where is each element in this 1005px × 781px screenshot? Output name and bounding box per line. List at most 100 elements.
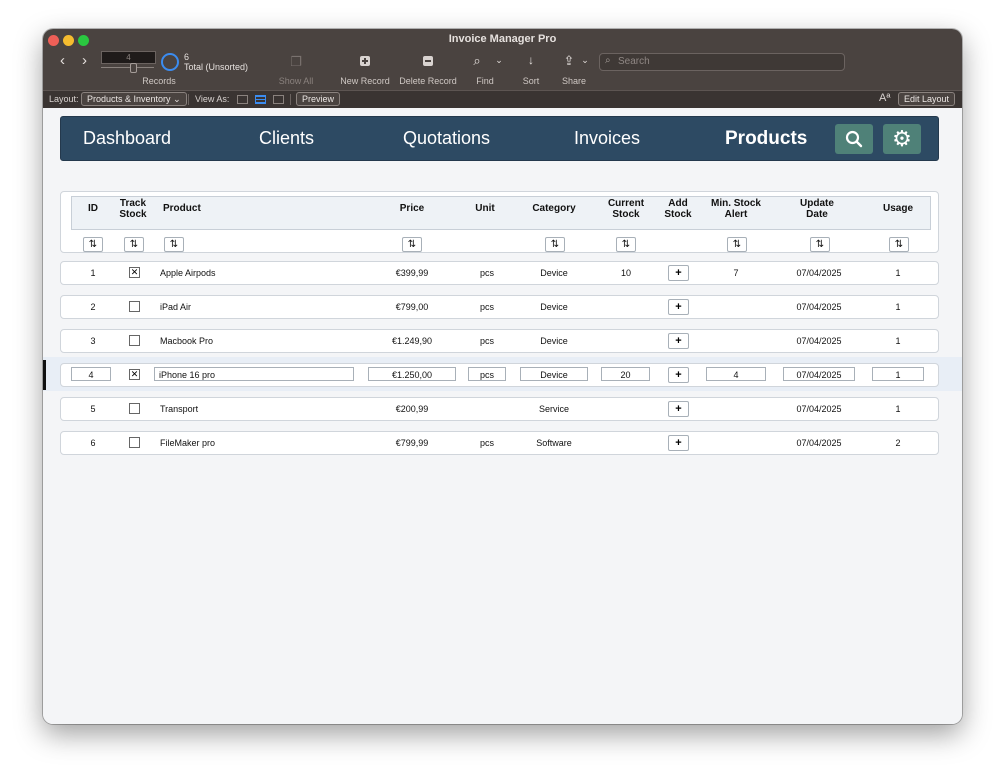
cell-usage: 1 [895, 302, 901, 312]
sort-icon[interactable]: ↓ [521, 53, 541, 67]
chevron-down-icon: ⌄ [173, 94, 181, 104]
cell-unit: pcs [479, 438, 494, 448]
table-row[interactable]: 1 ✕ Apple Airpods €399,99 pcs Device 10 … [60, 261, 939, 285]
quick-find-search[interactable]: ⌕ [599, 53, 845, 71]
find-menu-chevron-icon[interactable]: ⌄ [489, 55, 509, 66]
sort-category-button[interactable]: ⇅ [545, 237, 565, 252]
table-row[interactable]: 6 FileMaker pro €799,99 pcs Software + 0… [60, 431, 939, 455]
edit-layout-button[interactable]: Edit Layout [898, 92, 956, 106]
header-track-stock: Track Stock [119, 198, 147, 220]
min-stock-alert-field[interactable]: 4 [706, 367, 766, 381]
track-stock-checkbox[interactable]: ✕ [129, 369, 140, 380]
list-view-icon[interactable] [255, 95, 266, 104]
total-record-count: 6 [184, 52, 190, 62]
previous-record-icon[interactable]: ‹ [60, 53, 65, 69]
nav-dashboard[interactable]: Dashboard [83, 128, 171, 149]
table-row[interactable]: 2 iPad Air €799,00 pcs Device + 07/04/20… [60, 295, 939, 319]
cell-product: iPad Air [160, 302, 192, 312]
header-unit: Unit [475, 203, 495, 214]
search-input[interactable] [618, 55, 838, 68]
add-stock-button[interactable]: + [668, 435, 689, 451]
settings-button[interactable]: ⚙ [883, 124, 921, 154]
unit-field[interactable]: pcs [468, 367, 506, 381]
table-row[interactable]: 3 Macbook Pro €1.249,90 pcs Device + 07/… [60, 329, 939, 353]
layout-label: Layout: [49, 94, 79, 104]
price-field[interactable]: €1.250,00 [368, 367, 456, 381]
new-record-icon[interactable] [360, 56, 370, 66]
sort-id-button[interactable]: ⇅ [83, 237, 103, 252]
track-stock-checkbox[interactable] [129, 437, 140, 448]
track-stock-checkbox[interactable]: ✕ [129, 267, 140, 278]
add-stock-button[interactable]: + [668, 401, 689, 417]
sort-usage-button[interactable]: ⇅ [889, 237, 909, 252]
current-stock-field[interactable]: 20 [601, 367, 650, 381]
id-field[interactable]: 4 [71, 367, 111, 381]
track-stock-checkbox[interactable] [129, 301, 140, 312]
table-row-selected[interactable]: 4 ✕ iPhone 16 pro €1.250,00 pcs Device 2… [60, 363, 939, 387]
delete-record-button[interactable]: Delete Record [398, 76, 458, 86]
cell-usage: 2 [895, 438, 901, 448]
share-button[interactable]: Share [557, 76, 591, 86]
record-slider[interactable] [101, 67, 154, 68]
nav-products[interactable]: Products [725, 128, 807, 150]
track-stock-checkbox[interactable] [129, 403, 140, 414]
usage-field[interactable]: 1 [872, 367, 924, 381]
app-window: Invoice Manager Pro ‹ › 4 Records 6 Tota… [43, 29, 962, 724]
check-mark: ✕ [130, 267, 139, 277]
category-field[interactable]: Device [520, 367, 588, 381]
add-stock-button[interactable]: + [668, 333, 689, 349]
share-menu-chevron-icon[interactable]: ⌄ [575, 55, 595, 66]
cell-price: €399,99 [395, 268, 429, 278]
update-date-field[interactable]: 07/04/2025 [783, 367, 855, 381]
sort-min-stock-alert-button[interactable]: ⇅ [727, 237, 747, 252]
sort-track-stock-button[interactable]: ⇅ [124, 237, 144, 252]
table-view-icon[interactable] [273, 95, 284, 104]
layout-select[interactable]: Products & Inventory ⌄ [81, 92, 187, 106]
nav-clients[interactable]: Clients [259, 128, 314, 149]
separator [290, 94, 291, 105]
show-all-icon[interactable]: ❐ [286, 54, 306, 70]
sort-price-button[interactable]: ⇅ [402, 237, 422, 252]
next-record-icon[interactable]: › [82, 53, 87, 69]
new-record-button[interactable]: New Record [339, 76, 391, 86]
add-stock-button[interactable]: + [668, 265, 689, 281]
cell-usage: 1 [895, 268, 901, 278]
current-record-field[interactable]: 4 [101, 51, 156, 64]
preview-button[interactable]: Preview [296, 92, 341, 106]
view-as-label: View As: [195, 94, 230, 104]
record-slider-handle[interactable] [130, 63, 137, 73]
form-view-icon[interactable] [237, 95, 248, 104]
cell-usage: 1 [895, 404, 901, 414]
cell-product: Macbook Pro [160, 336, 214, 346]
add-stock-button[interactable]: + [668, 299, 689, 315]
nav-invoices[interactable]: Invoices [574, 128, 640, 149]
cell-category: Software [536, 438, 572, 448]
search-button[interactable] [835, 124, 873, 154]
sort-update-date-button[interactable]: ⇅ [810, 237, 830, 252]
nav-quotations[interactable]: Quotations [403, 128, 490, 149]
cell-product: Transport [160, 404, 199, 414]
cell-id: 1 [90, 268, 96, 278]
table-row[interactable]: 5 Transport €200,99 Service + 07/04/2025… [60, 397, 939, 421]
sort-current-stock-button[interactable]: ⇅ [616, 237, 636, 252]
find-icon[interactable]: ⌕ [467, 53, 487, 69]
delete-record-icon[interactable] [423, 56, 433, 66]
cell-id: 5 [90, 404, 96, 414]
sort-product-button[interactable]: ⇅ [164, 237, 184, 252]
header-id: ID [88, 203, 98, 214]
title-bar: Invoice Manager Pro ‹ › 4 Records 6 Tota… [43, 29, 962, 90]
font-size-icon[interactable]: Aª [879, 92, 890, 104]
cell-min-stock-alert: 7 [733, 268, 739, 278]
find-button[interactable]: Find [470, 76, 500, 86]
cell-id: 2 [90, 302, 96, 312]
sort-button[interactable]: Sort [516, 76, 546, 86]
gear-icon: ⚙ [892, 126, 912, 151]
header-update-date: Update Date [800, 198, 834, 220]
track-stock-checkbox[interactable] [129, 335, 140, 346]
add-stock-button[interactable]: + [668, 367, 689, 383]
cell-category: Device [540, 268, 568, 278]
product-field[interactable]: iPhone 16 pro [154, 367, 354, 381]
cell-update-date: 07/04/2025 [796, 336, 842, 346]
header-category: Category [532, 203, 576, 214]
show-all-label[interactable]: Show All [271, 76, 321, 86]
